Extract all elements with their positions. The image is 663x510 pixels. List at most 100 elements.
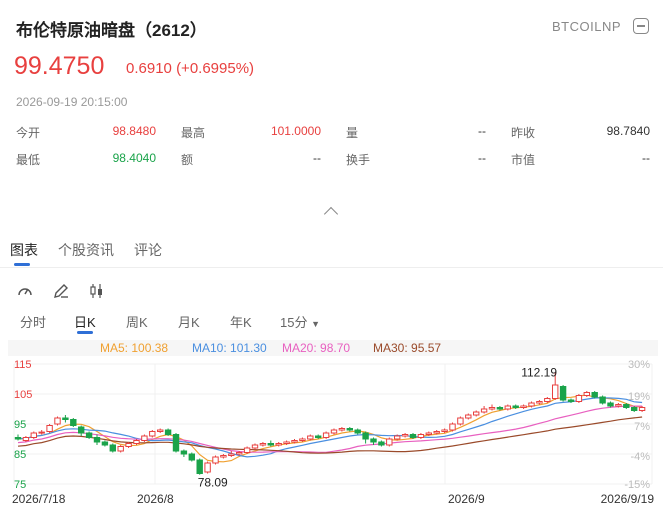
candle-body: [38, 431, 45, 434]
candle-body: [346, 428, 354, 431]
candle-body: [401, 434, 409, 437]
candle-body: [164, 429, 172, 435]
candle-body: [93, 437, 101, 443]
candle-body: [14, 437, 22, 440]
candle-body: [78, 426, 85, 434]
candle-body: [125, 443, 132, 447]
candle-body: [141, 435, 148, 441]
pct-tick-label: 7%: [634, 421, 650, 433]
candle-body: [62, 417, 69, 420]
stat-market-cap-value: --: [642, 151, 650, 165]
candle-body: [188, 453, 196, 461]
candle-body: [299, 438, 306, 441]
candle-body: [386, 438, 393, 446]
ma10-label: MA10: 101.30: [192, 341, 267, 355]
candle-body: [496, 407, 504, 410]
low-annotation: 78.09: [198, 476, 228, 490]
draw-pen-icon[interactable]: [52, 282, 70, 300]
candle-body: [204, 462, 211, 473]
candle-body: [536, 401, 543, 404]
ma5-label: MA5: 100.38: [100, 341, 169, 355]
pct-tick-label: -15%: [624, 479, 650, 491]
remove-watchlist-button[interactable]: [633, 18, 649, 34]
period-week[interactable]: 周K: [126, 312, 148, 331]
gauge-icon[interactable]: [16, 282, 34, 300]
candle-body: [394, 435, 401, 440]
candle-body: [638, 407, 646, 411]
y-tick-label: 105: [14, 389, 32, 401]
candle-body: [70, 419, 77, 426]
candle-body: [251, 444, 259, 449]
y-tick-label: 75: [14, 479, 26, 491]
candle-body: [338, 428, 346, 431]
collapse-caret-icon[interactable]: [323, 206, 339, 222]
x-tick-label: 2026/7/18: [12, 492, 66, 506]
candle-body: [433, 431, 440, 434]
candle-body: [441, 429, 448, 432]
tabs-divider: [0, 267, 663, 268]
candle-body: [583, 392, 590, 396]
y-tick-label: 95: [14, 419, 26, 431]
tab-news[interactable]: 个股资讯: [58, 240, 114, 260]
candle-body: [623, 404, 630, 408]
high-annotation: 112.19: [521, 365, 557, 379]
candle-body: [117, 446, 124, 452]
candle-body: [315, 435, 322, 438]
stat-low-value: 98.4040: [112, 151, 156, 165]
stat-high-value: 101.0000: [270, 124, 321, 138]
candle-body: [172, 434, 180, 452]
candlestick-icon[interactable]: [88, 282, 106, 300]
candle-body: [30, 432, 38, 438]
period-month[interactable]: 月K: [178, 312, 200, 331]
candle-body: [567, 399, 575, 402]
candle-body: [449, 423, 456, 431]
candle-body: [417, 434, 425, 438]
kline-chart[interactable]: 112.1978.0911510595857530%19%7%-4%-15%20…: [0, 356, 663, 510]
candle-body: [133, 440, 140, 444]
candle-body: [101, 441, 109, 446]
period-15min[interactable]: 15分 ▼: [280, 312, 320, 331]
candle-body: [559, 386, 567, 401]
stat-open-value: 98.8480: [112, 124, 156, 138]
period-year[interactable]: 年K: [230, 312, 252, 331]
period-15min-label: 15分: [280, 315, 308, 330]
candle-body: [330, 429, 338, 434]
price-change: 0.6910 (+0.6995%): [126, 60, 254, 77]
candle-body: [22, 437, 30, 441]
candle-body: [149, 431, 156, 437]
tab-comments[interactable]: 评论: [134, 240, 162, 260]
candle-body: [236, 452, 243, 455]
active-tab-indicator: [14, 263, 30, 266]
stat-volume-label: 量: [346, 126, 359, 140]
candle-body: [275, 443, 282, 446]
candle-body: [109, 444, 116, 452]
candle-body: [220, 455, 227, 458]
candle-body: [528, 402, 535, 407]
x-tick-label: 2026/8: [137, 492, 174, 506]
period-intraday[interactable]: 分时: [20, 312, 46, 331]
pct-tick-label: 30%: [628, 359, 650, 371]
candle-body: [307, 435, 314, 440]
candle-body: [591, 392, 598, 398]
stat-open-label: 今开: [16, 126, 41, 140]
y-tick-label: 85: [14, 449, 26, 461]
candle-body: [283, 441, 290, 444]
stat-low-label: 最低: [16, 153, 41, 167]
candle-body: [362, 432, 369, 440]
pct-tick-label: -4%: [630, 451, 650, 463]
candle-body: [488, 407, 496, 410]
chevron-down-icon: ▼: [311, 319, 321, 329]
tab-chart[interactable]: 图表: [10, 240, 38, 260]
candle-body: [607, 402, 614, 407]
stat-turnover-value: --: [478, 151, 486, 165]
stat-prev-close-value: 98.7840: [606, 124, 650, 138]
candle-body: [378, 441, 385, 446]
period-day[interactable]: 日K: [74, 312, 96, 331]
pct-tick-label: 19%: [628, 391, 650, 403]
candle-body: [259, 443, 267, 446]
change-percent: (+0.6995%): [176, 60, 255, 77]
candle-body: [599, 396, 606, 404]
current-price: 99.4750: [14, 52, 105, 80]
stat-volume-value: --: [478, 124, 486, 138]
ma30-label: MA30: 95.57: [373, 341, 442, 355]
